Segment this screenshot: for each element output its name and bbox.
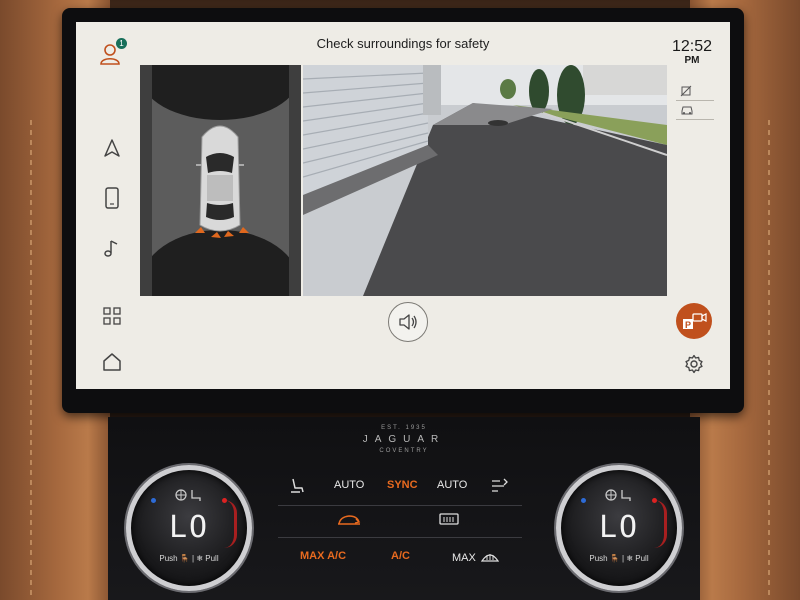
home-icon: [103, 353, 121, 371]
brand-est: EST. 1935: [381, 425, 427, 431]
nav-phone[interactable]: [98, 184, 126, 212]
fan-seat-icon: [605, 488, 633, 507]
navigation-icon: [104, 139, 120, 157]
clock: 12:52 PM: [668, 38, 716, 66]
sensor-audio-button[interactable]: [388, 302, 428, 342]
left-dial-hint: Push 🪑 | ❄ Pull: [159, 554, 219, 563]
rear-defrost-icon: [439, 513, 459, 525]
windshield-defrost-icon: [480, 554, 500, 562]
svg-text:P: P: [685, 320, 691, 330]
infotainment-screen: 1 Check surroundings for safety 12:52 PM: [76, 22, 730, 389]
climate-panel: EST. 1935 JAGUAR COVENTRY LO Push 🪑 | ❄ …: [108, 417, 700, 600]
nav-home[interactable]: [98, 348, 126, 376]
clock-time: 12:52: [671, 38, 713, 55]
sync-button[interactable]: SYNC: [387, 479, 418, 491]
car-status-icon: [681, 106, 693, 115]
nav-navigation[interactable]: [98, 134, 126, 162]
stitching-right: [768, 120, 770, 600]
left-temperature-value: LO: [168, 510, 210, 545]
max-defrost-label: MAX: [452, 552, 476, 564]
brand-sub: COVENTRY: [379, 448, 429, 454]
camera-feed-image: [303, 65, 667, 296]
jaguar-logo: EST. 1935 JAGUAR COVENTRY: [108, 425, 700, 454]
ac-button[interactable]: A/C: [391, 550, 410, 562]
status-row-2: [676, 101, 714, 120]
rear-camera-view[interactable]: [303, 65, 667, 296]
right-dial-hint: Push 🪑 | ❄ Pull: [589, 554, 649, 563]
settings-button[interactable]: [682, 352, 706, 376]
cold-indicator: [581, 498, 586, 503]
page-title: Check surroundings for safety: [316, 36, 490, 51]
recirculation-icon: [338, 515, 361, 525]
right-temperature-value: LO: [598, 510, 640, 545]
media-icon: [104, 240, 118, 257]
speaker-icon: [399, 314, 417, 330]
fan-seat-icon: [175, 488, 203, 507]
surround-top-view[interactable]: [140, 65, 301, 296]
seat-icon: [291, 478, 304, 493]
divider: [278, 505, 522, 506]
auto-left-button[interactable]: AUTO: [334, 479, 364, 491]
right-temperature-dial[interactable]: LO Push 🪑 | ❄ Pull: [556, 465, 682, 591]
stitching-left: [30, 120, 32, 600]
phone-icon: [105, 187, 119, 209]
cold-indicator: [151, 498, 156, 503]
no-signal-icon: [680, 85, 692, 97]
airflow-button[interactable]: [490, 477, 510, 496]
left-temperature-dial[interactable]: LO Push 🪑 | ❄ Pull: [126, 465, 252, 591]
status-row-1: [676, 82, 714, 101]
clock-ampm: PM: [684, 55, 700, 66]
max-defrost-button[interactable]: MAX: [452, 550, 500, 564]
top-view-image: [140, 65, 301, 296]
rear-defrost-button[interactable]: [438, 513, 460, 530]
recirculation-button[interactable]: [336, 513, 362, 530]
airflow-icon: [492, 478, 508, 492]
apps-grid-icon: [103, 307, 121, 325]
max-ac-button[interactable]: MAX A/C: [300, 550, 346, 562]
seat-button[interactable]: [288, 477, 306, 498]
nav-apps[interactable]: [98, 302, 126, 330]
brand-name: JAGUAR: [362, 434, 446, 445]
parking-camera-button[interactable]: P: [676, 303, 712, 339]
auto-right-button[interactable]: AUTO: [437, 479, 467, 491]
nav-media[interactable]: [98, 234, 126, 262]
status-indicators: [676, 82, 714, 120]
gear-icon: [685, 354, 703, 374]
divider: [278, 537, 522, 538]
parking-camera-icon: P: [683, 313, 707, 330]
